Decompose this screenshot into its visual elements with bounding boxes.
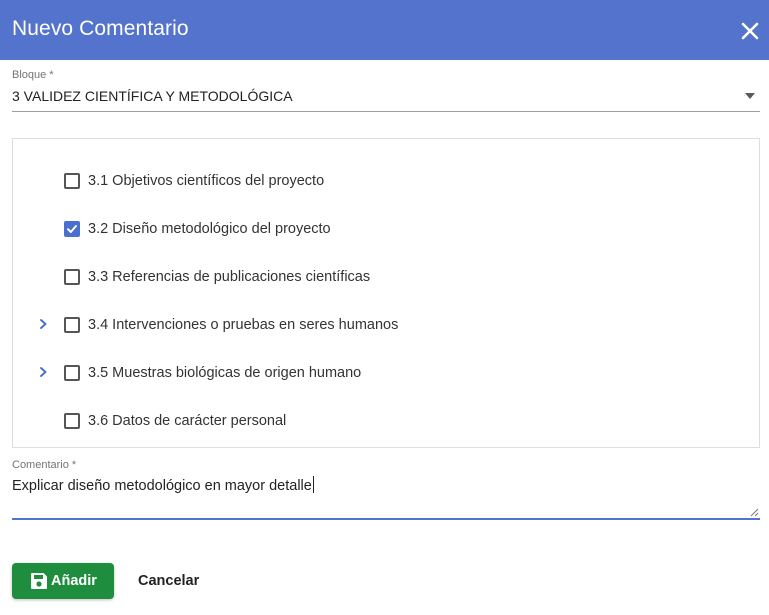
- add-button[interactable]: Añadir: [12, 563, 114, 599]
- comment-textarea[interactable]: Explicar diseño metodológico en mayor de…: [12, 476, 760, 496]
- block-select[interactable]: 3 VALIDEZ CIENTÍFICA Y METODOLÓGICA: [12, 88, 760, 112]
- tree-item[interactable]: 3.4 Intervenciones o pruebas en seres hu…: [13, 291, 759, 333]
- tree-item[interactable]: 3.5 Muestras biológicas de origen humano: [13, 339, 759, 381]
- tree-item[interactable]: 3.6 Datos de carácter personal: [13, 387, 759, 429]
- dialog-title: Nuevo Comentario: [12, 17, 189, 40]
- comment-textarea-underline: [12, 518, 760, 520]
- tree-item-label: 3.4 Intervenciones o pruebas en seres hu…: [88, 317, 399, 333]
- dropdown-arrow-icon[interactable]: [745, 93, 755, 99]
- tree-item-label: 3.1 Objetivos científicos del proyecto: [88, 173, 325, 189]
- new-comment-dialog: Nuevo Comentario Bloque * 3 VALIDEZ CIEN…: [0, 0, 769, 615]
- text-caret: [312, 476, 314, 493]
- add-button-label: Añadir: [51, 573, 97, 589]
- cancel-button[interactable]: Cancelar: [126, 563, 216, 599]
- checkbox[interactable]: [64, 317, 80, 333]
- tree-item[interactable]: 3.3 Referencias de publicaciones científ…: [13, 243, 759, 285]
- comment-field-label: Comentario *: [12, 459, 77, 471]
- tree-item-label: 3.3 Referencias de publicaciones científ…: [88, 269, 371, 285]
- checkbox[interactable]: [64, 413, 80, 429]
- section-tree: 3.1 Objetivos científicos del proyecto 3.…: [12, 138, 760, 448]
- tree-item[interactable]: 3.1 Objetivos científicos del proyecto: [13, 147, 759, 189]
- chevron-right-icon[interactable]: [37, 365, 49, 377]
- checkbox-checked[interactable]: [64, 221, 80, 237]
- save-icon: [30, 572, 48, 590]
- dialog-header: Nuevo Comentario: [0, 0, 769, 60]
- tree-item-label: 3.6 Datos de carácter personal: [88, 413, 287, 429]
- checkbox[interactable]: [64, 269, 80, 285]
- block-select-underline: [12, 111, 760, 112]
- tree-item-label: 3.5 Muestras biológicas de origen humano: [88, 365, 362, 381]
- close-icon[interactable]: [739, 20, 761, 42]
- checkbox[interactable]: [64, 173, 80, 189]
- chevron-right-icon[interactable]: [37, 317, 49, 329]
- comment-text: Explicar diseño metodológico en mayor de…: [12, 478, 312, 494]
- resize-handle-icon[interactable]: [749, 504, 759, 517]
- checkbox[interactable]: [64, 365, 80, 381]
- tree-item-label: 3.2 Diseño metodológico del proyecto: [88, 221, 331, 237]
- cancel-button-label: Cancelar: [138, 573, 200, 589]
- block-field-label: Bloque *: [12, 69, 54, 81]
- tree-item[interactable]: 3.2 Diseño metodológico del proyecto: [13, 195, 759, 237]
